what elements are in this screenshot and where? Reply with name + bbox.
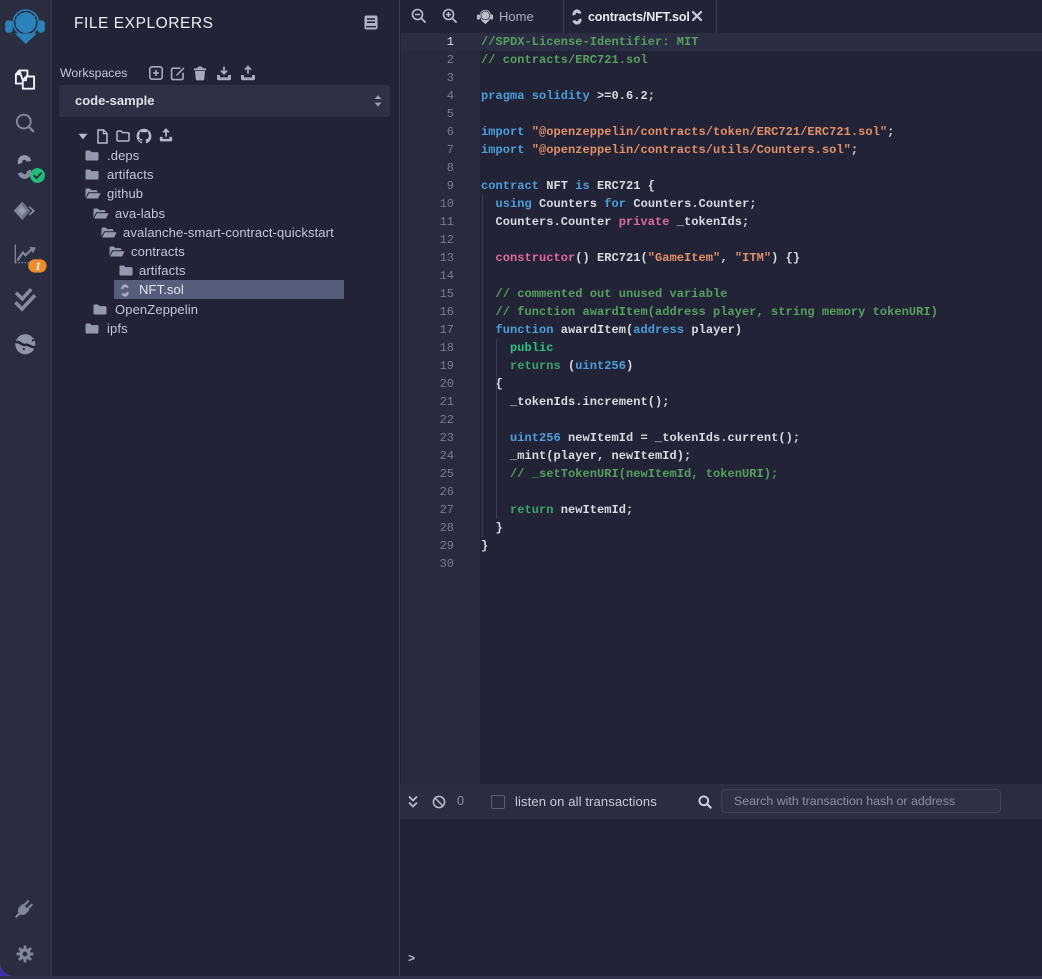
- svg-text:1: 1: [35, 261, 41, 273]
